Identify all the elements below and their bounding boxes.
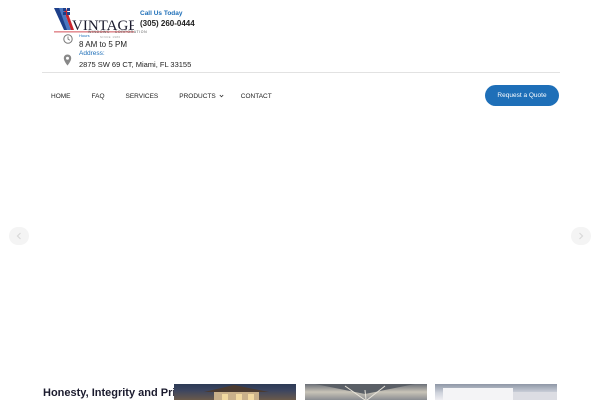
nav-item-label: CONTACT	[240, 92, 272, 100]
phone-link[interactable]: (305) 260-0444	[140, 19, 195, 28]
map-pin-icon	[63, 54, 72, 66]
hours-label: Hours	[79, 33, 90, 38]
header-divider	[42, 72, 560, 73]
chevron-left-icon	[16, 232, 21, 240]
logo-subtitle-secondary: SINCE 1980	[100, 35, 121, 39]
section-heading: Honesty, Integrity and Pride	[43, 387, 189, 399]
hours-value: 8 AM to 5 PM	[79, 40, 128, 49]
gallery-image-interior[interactable]	[305, 384, 427, 400]
slider-prev-button[interactable]	[9, 227, 29, 245]
logo-subtitle: WINDOWS · CORPORATION	[88, 30, 148, 34]
chevron-right-icon	[579, 232, 584, 240]
nav-item-label: PRODUCTS	[179, 92, 216, 100]
nav-item-label: HOME	[51, 92, 71, 100]
address-value: 2875 SW 69 CT, Miami, FL 33155	[79, 60, 192, 69]
address-label: Address:	[79, 50, 105, 57]
nav-item-services[interactable]: SERVICES	[114, 93, 168, 100]
slider-next-button[interactable]	[571, 227, 591, 245]
gallery-image-house[interactable]	[174, 384, 296, 400]
gallery-image-building[interactable]	[435, 384, 557, 400]
nav-item-products[interactable]: PRODUCTS	[167, 93, 232, 100]
header-top: VINTAGE WINDOWS · CORPORATION SINCE 1980…	[0, 0, 600, 72]
building-photo	[443, 388, 557, 400]
interior-photo	[315, 384, 415, 400]
hero-slider	[0, 110, 600, 376]
house-photo	[204, 385, 269, 400]
nav-item-contact[interactable]: CONTACT	[233, 93, 281, 100]
nav-item-label: FAQ	[91, 92, 105, 100]
nav-item-faq[interactable]: FAQ	[80, 93, 114, 100]
nav-item-home[interactable]: HOME	[42, 93, 80, 100]
nav-item-label: SERVICES	[125, 92, 159, 100]
main-nav: HOME FAQ SERVICES PRODUCTS CONTACT	[42, 86, 281, 106]
call-label: Call Us Today	[140, 10, 183, 17]
chevron-down-icon	[219, 94, 224, 98]
clock-icon	[63, 34, 73, 44]
request-quote-button[interactable]: Request a Quote	[485, 85, 559, 106]
